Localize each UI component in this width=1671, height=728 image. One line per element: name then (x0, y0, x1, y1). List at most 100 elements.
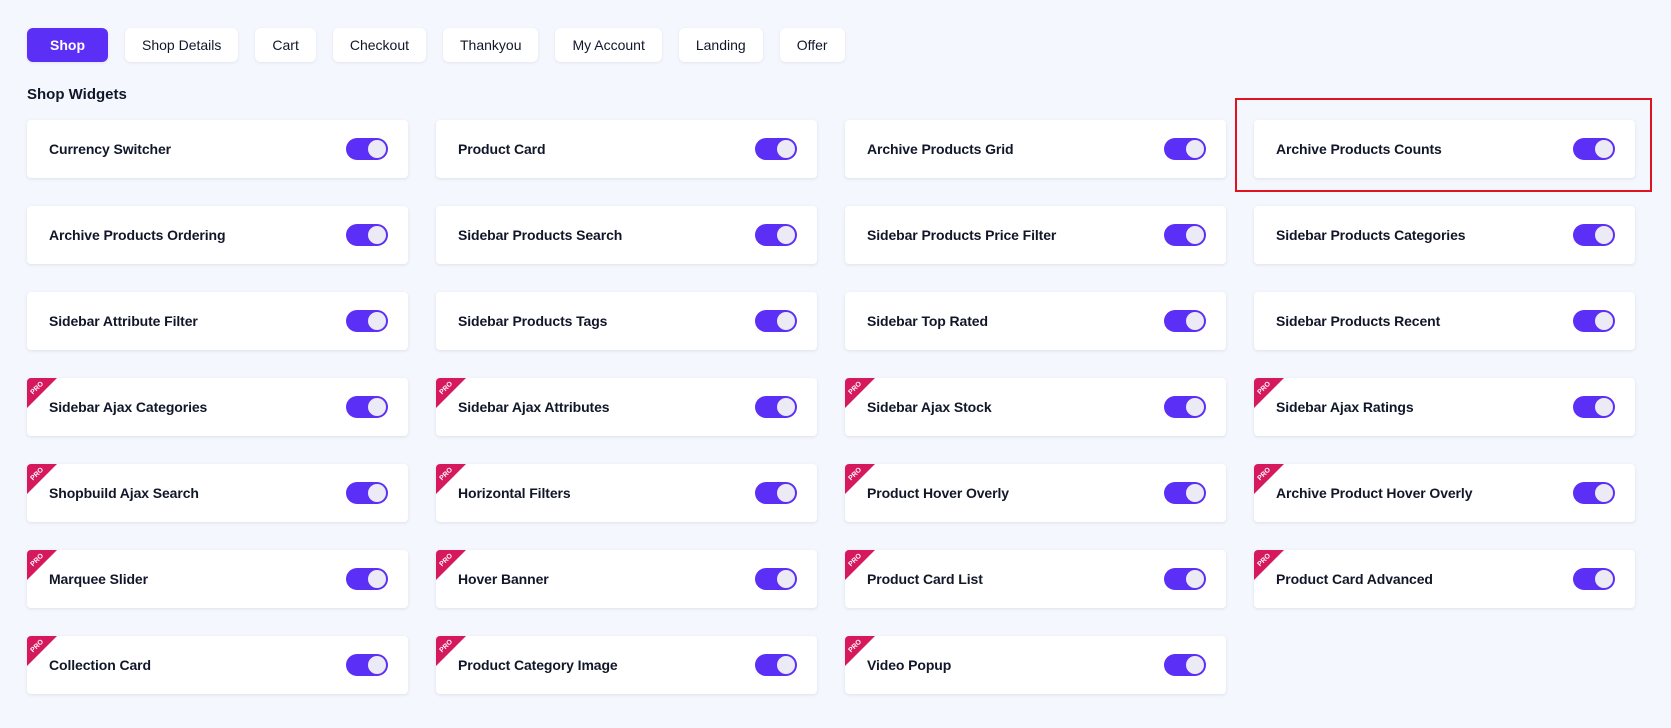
toggle-knob (777, 398, 795, 416)
pro-badge-text: PRO (848, 466, 864, 482)
widget-label: Archive Product Hover Overly (1276, 485, 1473, 501)
widget-card-sidebar-ajax-categories: PRO Sidebar Ajax Categories (27, 378, 408, 436)
widget-card-sidebar-products-search: Sidebar Products Search (436, 206, 817, 264)
widget-card-archive-product-hover-overly: PRO Archive Product Hover Overly (1254, 464, 1635, 522)
toggle-knob (368, 570, 386, 588)
widget-toggle[interactable] (346, 654, 388, 676)
pro-badge-text: PRO (439, 380, 455, 396)
widget-card-sidebar-ajax-stock: PRO Sidebar Ajax Stock (845, 378, 1226, 436)
toggle-knob (1595, 570, 1613, 588)
pro-badge-text: PRO (30, 638, 46, 654)
widget-toggle[interactable] (755, 224, 797, 246)
widget-label: Shopbuild Ajax Search (49, 485, 199, 501)
widget-toggle[interactable] (755, 568, 797, 590)
widget-card-product-card-advanced: PRO Product Card Advanced (1254, 550, 1635, 608)
tab-shop-details[interactable]: Shop Details (125, 28, 239, 62)
widget-toggle[interactable] (1573, 568, 1615, 590)
widget-toggle[interactable] (346, 138, 388, 160)
widget-label: Product Card List (867, 571, 983, 587)
widget-toggle[interactable] (1573, 224, 1615, 246)
widget-card-marquee-slider: PRO Marquee Slider (27, 550, 408, 608)
widget-card-product-category-image: PRO Product Category Image (436, 636, 817, 694)
toggle-knob (368, 484, 386, 502)
widget-label: Hover Banner (458, 571, 549, 587)
widget-toggle[interactable] (346, 568, 388, 590)
pro-badge-text: PRO (1257, 380, 1273, 396)
widget-card-currency-switcher: Currency Switcher (27, 120, 408, 178)
widget-toggle[interactable] (755, 310, 797, 332)
widget-toggle[interactable] (1164, 138, 1206, 160)
widget-toggle[interactable] (755, 654, 797, 676)
widget-card-archive-products-ordering: Archive Products Ordering (27, 206, 408, 264)
toggle-knob (368, 312, 386, 330)
section-title: Shop Widgets (27, 86, 127, 103)
widget-toggle[interactable] (1573, 310, 1615, 332)
toggle-knob (368, 140, 386, 158)
widget-toggle[interactable] (1164, 568, 1206, 590)
pro-badge-text: PRO (30, 466, 46, 482)
pro-badge-text: PRO (30, 552, 46, 568)
toggle-knob (1186, 570, 1204, 588)
widget-card-archive-products-grid: Archive Products Grid (845, 120, 1226, 178)
widget-label: Sidebar Ajax Categories (49, 399, 208, 415)
widget-toggle[interactable] (755, 138, 797, 160)
widget-card-archive-products-counts: Archive Products Counts (1254, 120, 1635, 178)
toggle-knob (777, 140, 795, 158)
widget-toggle[interactable] (346, 310, 388, 332)
widget-label: Video Popup (867, 657, 952, 673)
tab-thankyou[interactable]: Thankyou (443, 28, 539, 62)
toggle-knob (777, 226, 795, 244)
pro-badge-text: PRO (439, 638, 455, 654)
widget-label: Horizontal Filters (458, 485, 571, 501)
tab-offer[interactable]: Offer (779, 28, 845, 62)
widget-label: Product Hover Overly (867, 485, 1009, 501)
widget-card-sidebar-products-tags: Sidebar Products Tags (436, 292, 817, 350)
pro-badge-text: PRO (848, 380, 864, 396)
widget-toggle[interactable] (1164, 654, 1206, 676)
toggle-knob (1595, 398, 1613, 416)
widget-toggle[interactable] (1573, 138, 1615, 160)
tab-cart[interactable]: Cart (255, 28, 316, 62)
widget-toggle[interactable] (1164, 482, 1206, 504)
widget-label: Sidebar Products Search (458, 227, 623, 243)
widget-card-sidebar-attribute-filter: Sidebar Attribute Filter (27, 292, 408, 350)
toggle-knob (1186, 312, 1204, 330)
toggle-knob (1186, 484, 1204, 502)
toggle-knob (777, 312, 795, 330)
toggle-knob (1595, 226, 1613, 244)
toggle-knob (1595, 484, 1613, 502)
pro-badge-text: PRO (439, 552, 455, 568)
toggle-knob (368, 226, 386, 244)
tab-checkout[interactable]: Checkout (332, 28, 426, 62)
widget-toggle[interactable] (346, 224, 388, 246)
widget-label: Sidebar Ajax Stock (867, 399, 992, 415)
pro-badge-text: PRO (439, 466, 455, 482)
widget-toggle[interactable] (346, 396, 388, 418)
widget-toggle[interactable] (755, 482, 797, 504)
page-tabs: Shop Shop Details Cart Checkout Thankyou My A… (27, 28, 845, 62)
widget-card-collection-card: PRO Collection Card (27, 636, 408, 694)
widget-label: Archive Products Ordering (49, 227, 226, 243)
widget-toggle[interactable] (1164, 396, 1206, 418)
tab-my-account[interactable]: My Account (555, 28, 662, 62)
widget-toggle[interactable] (1573, 396, 1615, 418)
widget-label: Sidebar Products Tags (458, 313, 608, 329)
widget-label: Archive Products Grid (867, 141, 1014, 157)
widget-card-sidebar-products-recent: Sidebar Products Recent (1254, 292, 1635, 350)
widget-card-sidebar-ajax-ratings: PRO Sidebar Ajax Ratings (1254, 378, 1635, 436)
widget-label: Product Card (458, 141, 546, 157)
tab-landing[interactable]: Landing (678, 28, 763, 62)
widget-toggle[interactable] (346, 482, 388, 504)
tab-shop[interactable]: Shop (27, 28, 108, 62)
widget-label: Product Card Advanced (1276, 571, 1433, 587)
widget-label: Sidebar Ajax Ratings (1276, 399, 1414, 415)
widget-toggle[interactable] (1573, 482, 1615, 504)
widget-card-sidebar-products-price-filter: Sidebar Products Price Filter (845, 206, 1226, 264)
widget-label: Sidebar Ajax Attributes (458, 399, 610, 415)
widget-toggle[interactable] (1164, 224, 1206, 246)
widget-label: Sidebar Attribute Filter (49, 313, 198, 329)
pro-badge-text: PRO (1257, 466, 1273, 482)
widget-toggle[interactable] (1164, 310, 1206, 332)
widget-toggle[interactable] (755, 396, 797, 418)
widget-label: Sidebar Products Recent (1276, 313, 1441, 329)
